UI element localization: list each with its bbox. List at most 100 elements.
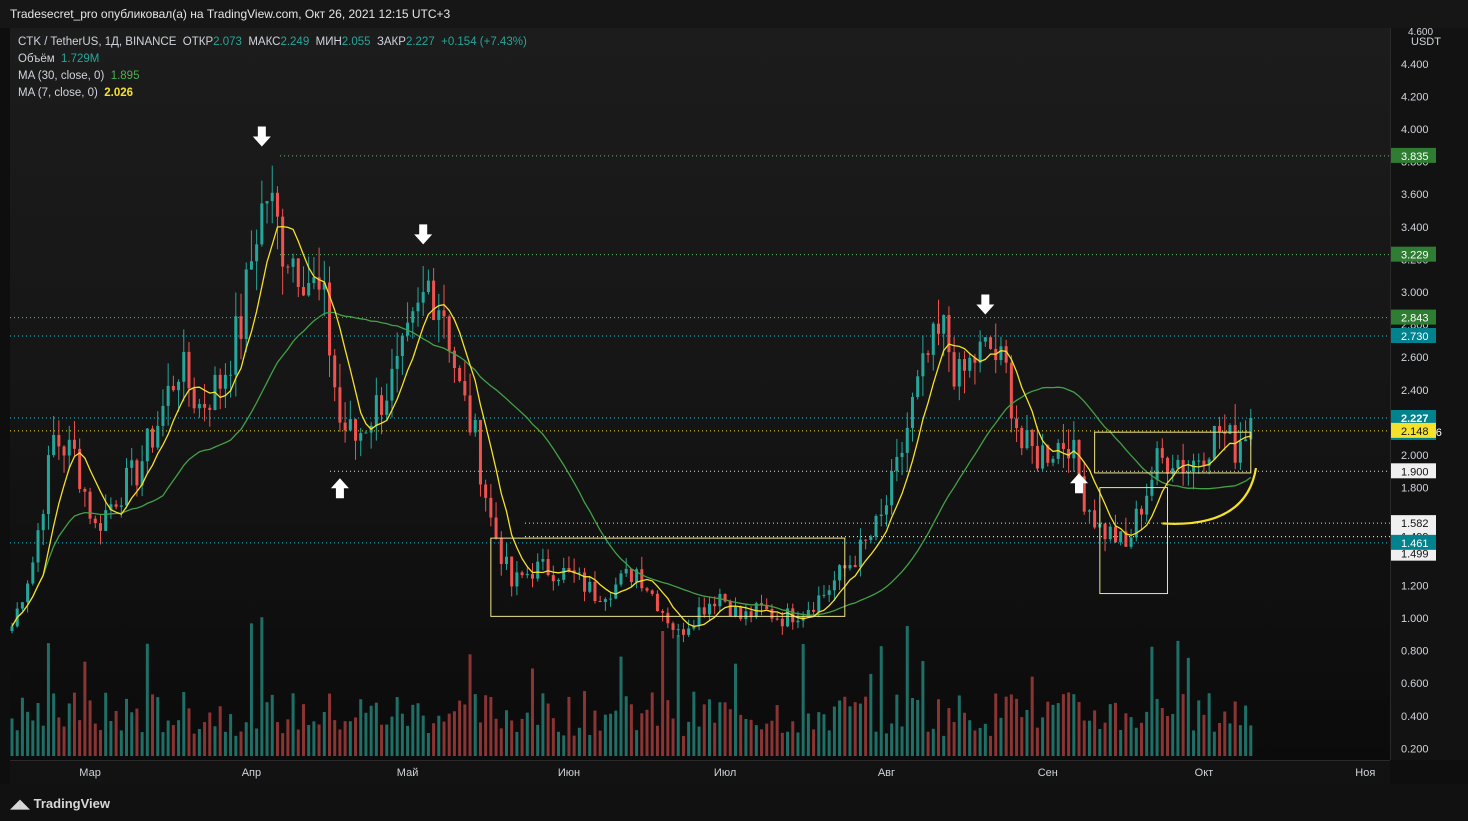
volume-bar	[1004, 696, 1008, 756]
candle-body	[374, 395, 378, 426]
y-tick-label: 2.600	[1401, 352, 1429, 364]
volume-bar	[619, 656, 623, 756]
volume-bar	[135, 708, 139, 756]
volume-bar	[817, 712, 821, 756]
volume-bar	[478, 722, 482, 756]
volume-bar	[557, 731, 561, 756]
candle-body	[400, 335, 404, 356]
candle-body	[442, 310, 446, 317]
legend-symbol-row: CTK / TetherUS, 1Д, BINANCE ОТКР2.073 МА…	[18, 34, 527, 51]
legend-volume-value: 1.729M	[61, 53, 100, 65]
volume-bar	[942, 735, 946, 756]
candle-body	[1015, 418, 1019, 429]
volume-bar	[442, 721, 446, 756]
candle-body	[1051, 458, 1055, 463]
volume-bar	[395, 697, 399, 756]
volume-bar	[655, 725, 659, 756]
volume-bar	[806, 713, 810, 756]
volume-bar	[234, 735, 238, 756]
volume-bar	[213, 726, 217, 756]
candle-body	[869, 536, 873, 541]
volume-bar	[1124, 713, 1128, 756]
candle-body	[67, 439, 71, 456]
candle-body	[1093, 510, 1097, 528]
volume-bar	[83, 661, 87, 756]
volume-bar	[744, 718, 748, 756]
candle-body	[458, 367, 462, 382]
volume-bar	[187, 708, 191, 756]
candle-body	[229, 374, 233, 376]
volume-bar	[166, 720, 170, 756]
volume-bar	[1139, 722, 1143, 756]
candle-body	[541, 559, 545, 562]
volume-bar	[1212, 731, 1216, 756]
legend-volume-row[interactable]: Объём 1.729M	[18, 51, 527, 68]
legend-ma7-value: 2.026	[104, 87, 134, 99]
candle-body	[645, 588, 649, 591]
volume-bar	[1025, 709, 1029, 756]
candle-body	[942, 315, 946, 334]
volume-bar	[1041, 717, 1045, 756]
volume-bar	[1035, 727, 1039, 756]
candle-body	[640, 569, 644, 589]
volume-bar	[822, 714, 826, 756]
volume-bar	[629, 704, 633, 756]
candle-body	[614, 584, 618, 599]
volume-bar	[1067, 692, 1071, 756]
volume-bar	[1103, 722, 1107, 756]
legend-ma30-row[interactable]: MA (30, close, 0) 1.895	[18, 68, 527, 85]
volume-bar	[681, 735, 685, 756]
legend-ma7-label: MA (7, close, 0)	[18, 87, 98, 99]
volume-bar	[1129, 717, 1133, 756]
y-tick-label: 0.400	[1401, 711, 1429, 723]
volume-bar	[1181, 694, 1185, 756]
volume-bar	[760, 729, 764, 756]
arrow-up-icon	[330, 478, 349, 499]
legend-ma30-label: MA (30, close, 0)	[18, 70, 105, 82]
pattern-box	[490, 537, 846, 617]
volume-bar	[713, 722, 717, 756]
volume-bar	[733, 663, 737, 756]
candle-body	[78, 448, 82, 489]
candle-body	[583, 572, 587, 592]
candle-body	[567, 568, 571, 571]
volume-bar	[791, 721, 795, 756]
volume-bar	[239, 731, 243, 756]
candle-body	[411, 311, 415, 323]
candle-body	[338, 387, 342, 423]
candle-body	[536, 561, 540, 579]
volume-bar	[707, 699, 711, 756]
candle-body	[655, 593, 659, 612]
candle-body	[10, 626, 14, 631]
volume-bar	[1228, 723, 1232, 756]
volume-bar	[546, 703, 550, 756]
candle-body	[687, 628, 691, 635]
volume-bar	[780, 732, 784, 756]
candle-body	[83, 488, 87, 492]
candle-body	[936, 323, 940, 334]
candle-body	[921, 353, 925, 377]
volume-bar	[572, 735, 576, 756]
legend-ma7-row[interactable]: MA (7, close, 0) 2.026	[18, 85, 527, 102]
candle-body	[187, 351, 191, 389]
candle-body	[197, 403, 201, 409]
volume-bar	[1134, 727, 1138, 756]
tradingview-logo[interactable]: ◢◣ TradingView	[10, 796, 110, 812]
y-tick-label: 0.200	[1401, 743, 1429, 755]
candle-body	[702, 607, 706, 615]
volume-bar	[588, 734, 592, 756]
volume-bar	[374, 702, 378, 756]
volume-bar	[676, 634, 680, 756]
y-tick-label: 1.200	[1401, 580, 1429, 592]
candle-body	[151, 428, 155, 448]
price-axis-label: 1.461	[1401, 538, 1429, 550]
volume-bar	[452, 711, 456, 756]
candle-body	[770, 609, 774, 619]
volume-bar	[197, 728, 201, 756]
volume-bar	[640, 713, 644, 756]
volume-bar	[20, 697, 24, 756]
volume-bar	[343, 721, 347, 756]
candle-body	[1077, 439, 1081, 477]
legend-symbol[interactable]: CTK / TetherUS, 1Д, BINANCE	[18, 36, 176, 48]
footer-brand: TradingView	[33, 796, 110, 811]
